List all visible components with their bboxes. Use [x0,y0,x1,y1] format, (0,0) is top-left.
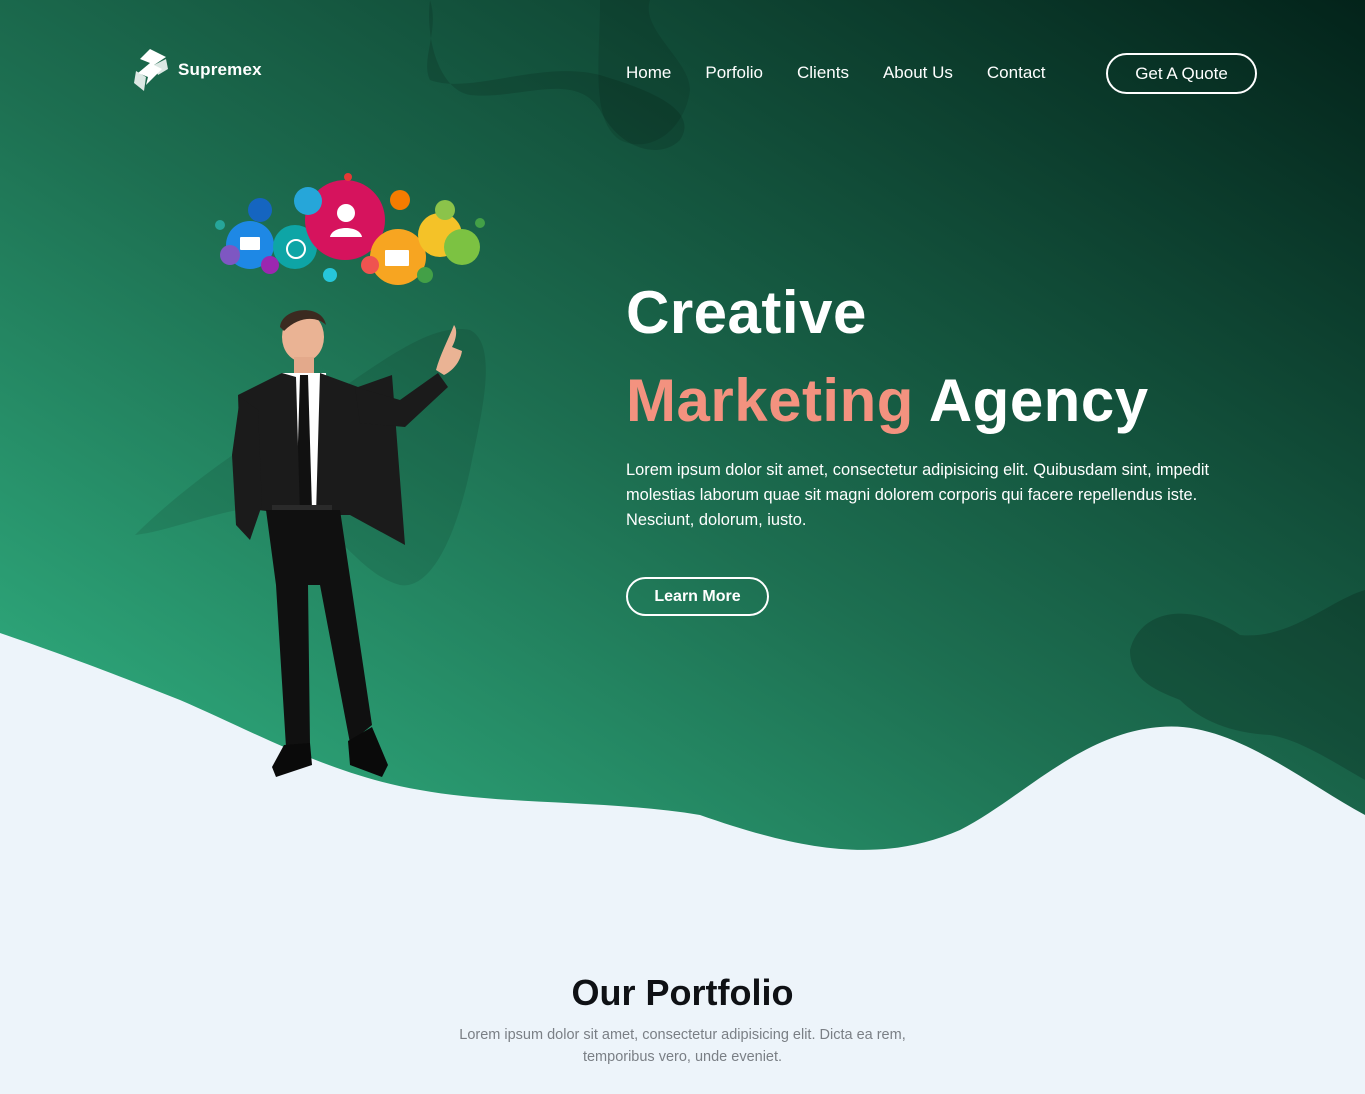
nav-link-portfolio[interactable]: Porfolio [705,62,763,84]
social-media-cloud [215,173,485,285]
get-a-quote-button[interactable]: Get A Quote [1106,53,1257,94]
landing-page: Supremex Home Porfolio Clients About Us … [0,0,1365,1094]
hero-title-accent: Marketing [626,367,914,434]
portfolio-description: Lorem ipsum dolor sit amet, consectetur … [459,1027,906,1065]
hero-title-line-1: Creative [626,279,867,346]
nav-link-home[interactable]: Home [626,62,671,84]
portfolio-title: Our Portfolio [571,972,794,1013]
learn-more-button[interactable]: Learn More [626,577,769,616]
portfolio-section: Our Portfolio Lorem ipsum dolor sit amet… [0,968,1365,1068]
hero-content: Creative Marketing Agency Lorem ipsum do… [626,278,1226,533]
hero-title-rest: Agency [913,367,1149,434]
brand-logo-link[interactable]: Supremex [132,47,262,93]
brand-name: Supremex [178,60,262,79]
businessman-figure [232,310,462,777]
nav-links: Home Porfolio Clients About Us Contact [626,62,1046,84]
nav-link-clients[interactable]: Clients [797,62,849,84]
businessman-illustration [215,173,485,777]
hero-title-line-2: Marketing Agency [626,366,1226,436]
top-navbar: Supremex Home Porfolio Clients About Us … [0,0,1365,146]
nav-link-contact[interactable]: Contact [987,62,1046,84]
hero-description: Lorem ipsum dolor sit amet, consectetur … [626,461,1210,529]
nav-link-about-us[interactable]: About Us [883,62,953,84]
s-logo-icon [134,49,168,91]
